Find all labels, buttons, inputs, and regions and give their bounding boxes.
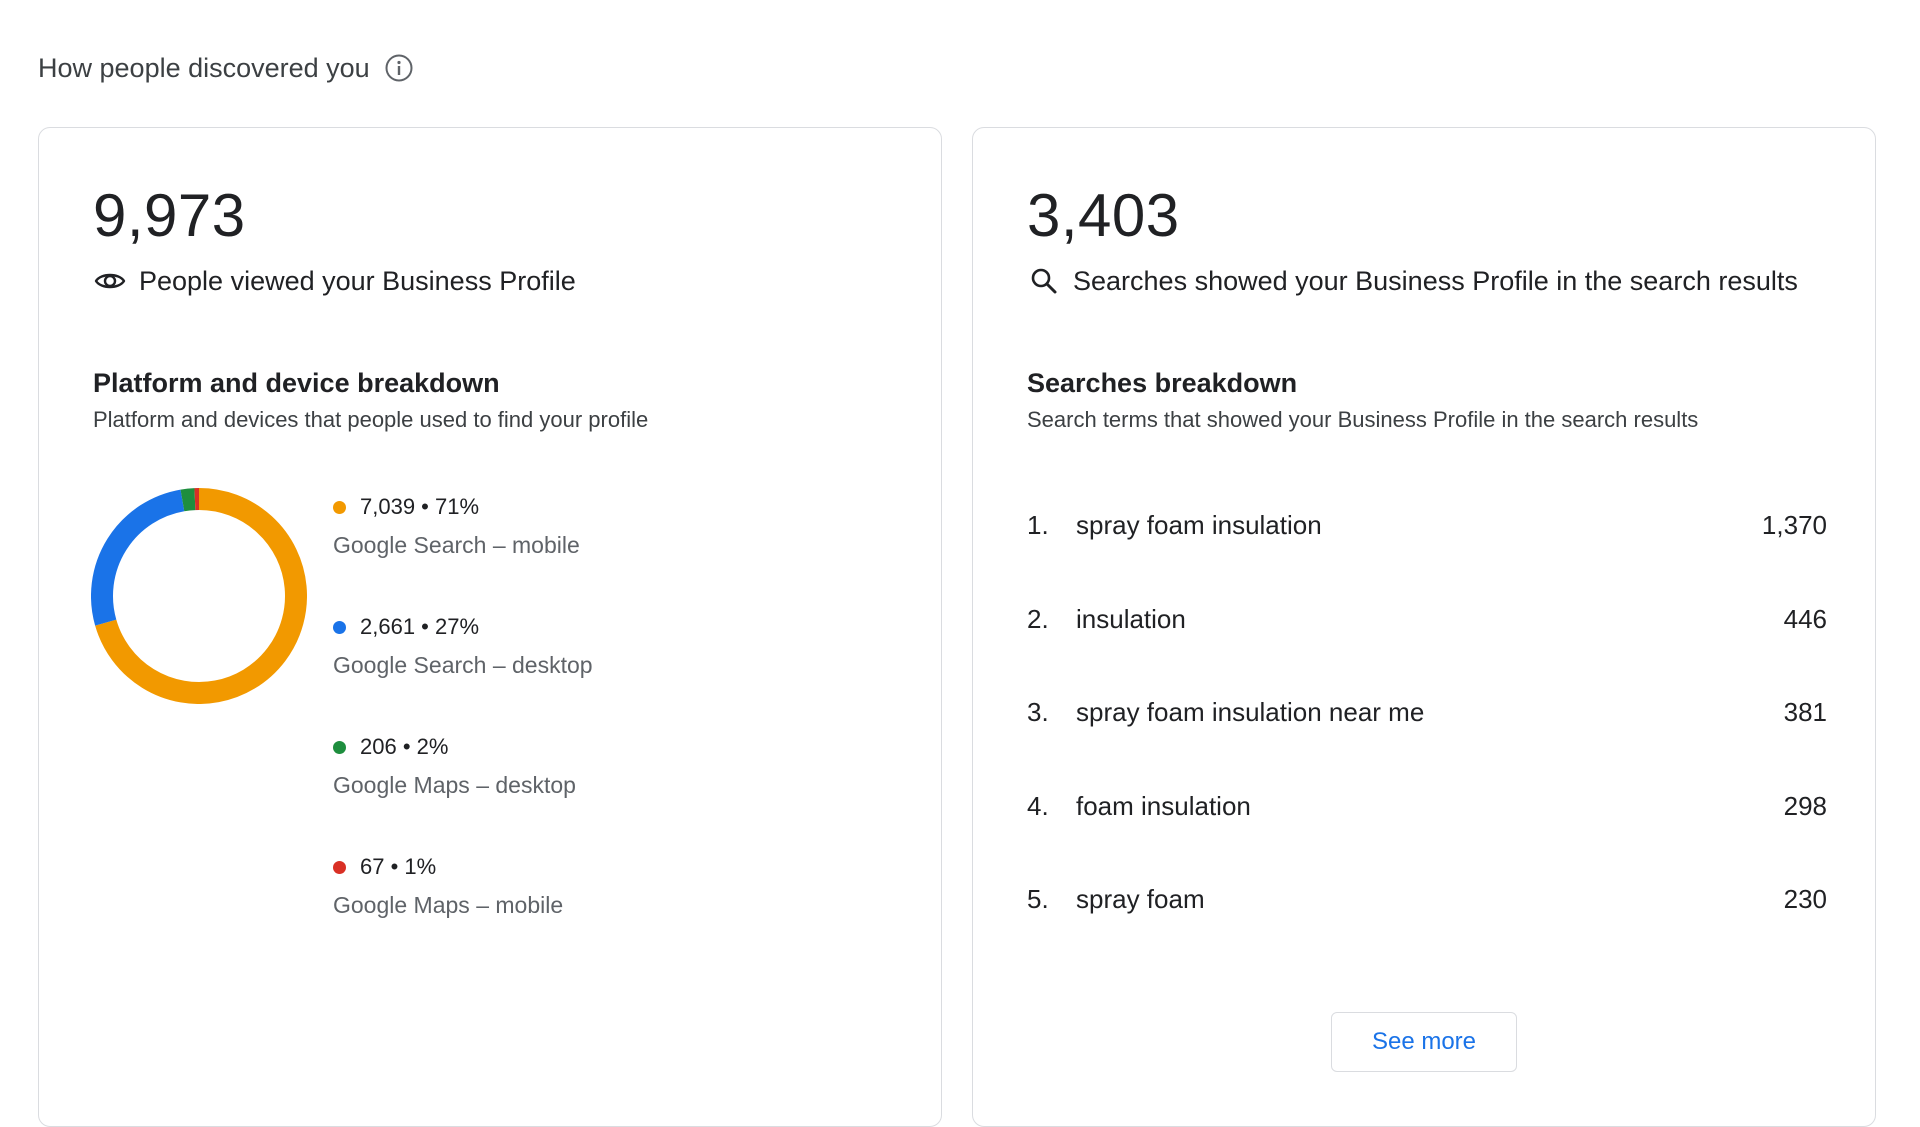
search-rank: 1. (1027, 510, 1076, 541)
legend-value-row: 7,039 • 71% (333, 492, 593, 522)
search-count: 298 (1784, 791, 1827, 822)
donut-slice (102, 500, 182, 622)
search-term-row: 5.spray foam230 (1027, 884, 1827, 978)
search-term-row: 3.spray foam insulation near me381 (1027, 697, 1827, 791)
breakdown-title: Platform and device breakdown (93, 368, 500, 399)
legend-value: 206 • 2% (360, 734, 448, 760)
search-term-row: 4.foam insulation298 (1027, 791, 1827, 885)
search-count: 1,370 (1762, 510, 1827, 541)
donut-slice (182, 499, 195, 500)
search-count: 230 (1784, 884, 1827, 915)
legend-color-dot (333, 621, 346, 634)
search-term: foam insulation (1076, 791, 1784, 822)
legend-item: 2,661 • 27% Google Search – desktop (333, 612, 593, 732)
search-term: spray foam insulation near me (1076, 697, 1784, 728)
legend-label: Google Maps – mobile (333, 892, 593, 919)
legend-item: 206 • 2% Google Maps – desktop (333, 732, 593, 852)
section-header: How people discovered you (38, 48, 414, 88)
searches-label: Searches showed your Business Profile in… (1073, 266, 1798, 297)
searches-breakdown-title: Searches breakdown (1027, 368, 1297, 399)
searches-card: 3,403 Searches showed your Business Prof… (972, 127, 1876, 1127)
search-rank: 5. (1027, 884, 1076, 915)
search-icon (1027, 264, 1061, 298)
legend-value: 2,661 • 27% (360, 614, 479, 640)
search-term: insulation (1076, 604, 1784, 635)
searches-breakdown-description: Search terms that showed your Business P… (1027, 407, 1698, 433)
legend-value-row: 206 • 2% (333, 732, 593, 762)
search-count: 446 (1784, 604, 1827, 635)
legend-value: 67 • 1% (360, 854, 436, 880)
search-term: spray foam (1076, 884, 1784, 915)
legend-value-row: 67 • 1% (333, 852, 593, 882)
legend-item: 7,039 • 71% Google Search – mobile (333, 492, 593, 612)
search-terms-list: 1.spray foam insulation1,3702.insulation… (1027, 510, 1827, 978)
section-title: How people discovered you (38, 53, 370, 84)
legend-value-row: 2,661 • 27% (333, 612, 593, 642)
search-rank: 2. (1027, 604, 1076, 635)
legend-value: 7,039 • 71% (360, 494, 479, 520)
legend-item: 67 • 1% Google Maps – mobile (333, 852, 593, 972)
platform-donut-chart (91, 488, 307, 704)
see-more-button[interactable]: See more (1331, 1012, 1517, 1072)
search-term-row: 1.spray foam insulation1,370 (1027, 510, 1827, 604)
legend-color-dot (333, 501, 346, 514)
legend-color-dot (333, 741, 346, 754)
views-metric: People viewed your Business Profile (93, 263, 576, 299)
views-label: People viewed your Business Profile (139, 266, 576, 297)
search-rank: 4. (1027, 791, 1076, 822)
search-term: spray foam insulation (1076, 510, 1762, 541)
legend-color-dot (333, 861, 346, 874)
views-total: 9,973 (93, 186, 246, 246)
views-card: 9,973 People viewed your Business Profil… (38, 127, 942, 1127)
legend-label: Google Search – desktop (333, 652, 593, 679)
chart-legend: 7,039 • 71% Google Search – mobile 2,661 •… (333, 492, 593, 972)
legend-label: Google Maps – desktop (333, 772, 593, 799)
searches-metric: Searches showed your Business Profile in… (1027, 263, 1798, 299)
search-term-row: 2.insulation446 (1027, 604, 1827, 698)
search-rank: 3. (1027, 697, 1076, 728)
search-count: 381 (1784, 697, 1827, 728)
eye-icon (93, 264, 127, 298)
info-icon[interactable] (384, 53, 414, 83)
legend-label: Google Search – mobile (333, 532, 593, 559)
searches-total: 3,403 (1027, 186, 1180, 246)
breakdown-description: Platform and devices that people used to… (93, 407, 648, 433)
